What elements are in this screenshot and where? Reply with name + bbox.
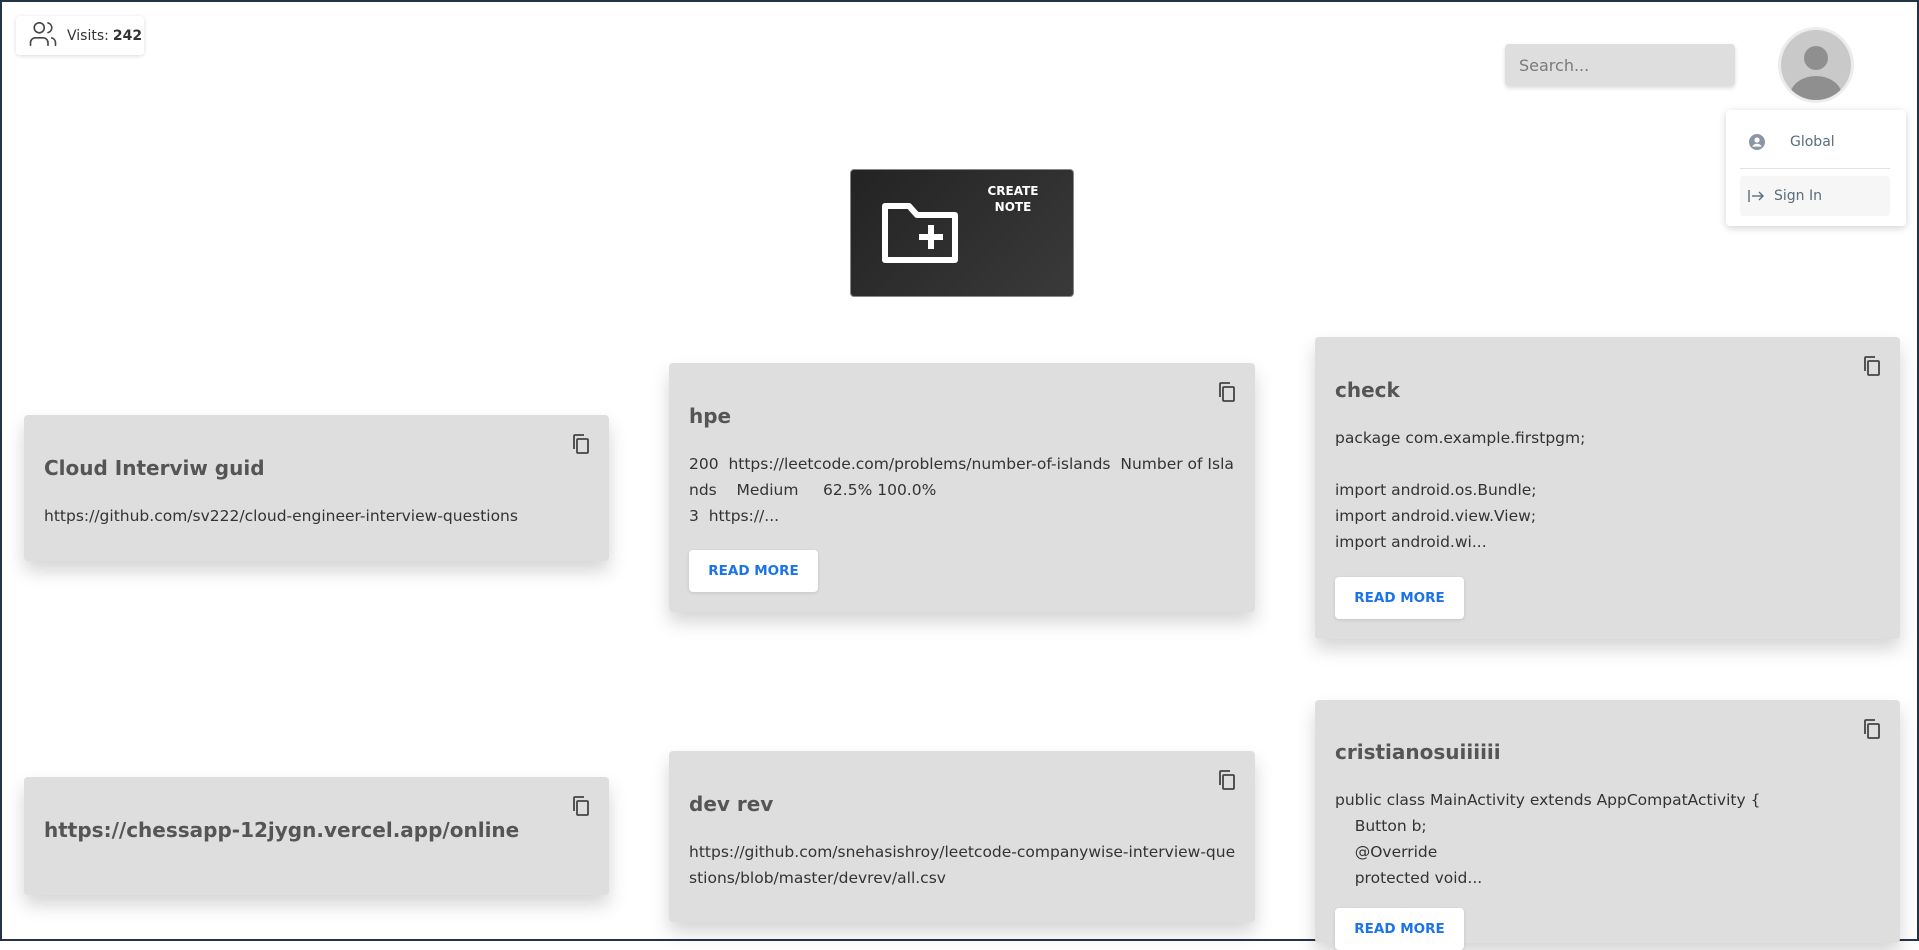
copy-icon[interactable] bbox=[571, 795, 591, 821]
note-card[interactable]: hpe 200 https://leetcode.com/problems/nu… bbox=[669, 363, 1255, 612]
note-title: Cloud Interviw guid bbox=[44, 456, 265, 480]
visits-count: 242 bbox=[112, 27, 143, 44]
note-card[interactable]: cristianosuiiiiii public class MainActiv… bbox=[1315, 700, 1900, 950]
visits-counter: Visits: 242 bbox=[16, 16, 144, 55]
note-body: public class MainActivity extends AppCom… bbox=[1335, 791, 1761, 887]
note-title: dev rev bbox=[689, 792, 774, 816]
visits-label: Visits: bbox=[67, 27, 109, 44]
menu-item-global-label: Global bbox=[1790, 134, 1835, 150]
note-title: hpe bbox=[689, 404, 732, 428]
create-note-button[interactable]: CREATE NOTE bbox=[850, 169, 1074, 297]
note-title: check bbox=[1335, 378, 1400, 402]
avatar[interactable] bbox=[1781, 30, 1851, 100]
copy-icon[interactable] bbox=[1862, 718, 1882, 744]
create-note-label: CREATE NOTE bbox=[987, 184, 1039, 214]
folder-plus-icon bbox=[881, 198, 961, 270]
users-icon bbox=[28, 19, 67, 53]
search-input[interactable] bbox=[1505, 44, 1735, 86]
menu-item-global[interactable]: Global bbox=[1740, 122, 1890, 162]
note-body: package com.example.firstpgm; import and… bbox=[1335, 429, 1586, 551]
read-more-button[interactable]: READ MORE bbox=[1335, 908, 1464, 950]
note-card[interactable]: check package com.example.firstpgm; impo… bbox=[1315, 337, 1900, 639]
note-title: https://chessapp-12jygn.vercel.app/onlin… bbox=[44, 818, 520, 842]
note-title: cristianosuiiiiii bbox=[1335, 740, 1501, 764]
read-more-button[interactable]: READ MORE bbox=[689, 550, 818, 592]
menu-divider bbox=[1740, 168, 1890, 169]
read-more-button[interactable]: READ MORE bbox=[1335, 577, 1464, 619]
sign-in-icon bbox=[1746, 189, 1768, 203]
menu-item-sign-in[interactable]: Sign In bbox=[1740, 176, 1890, 216]
note-card[interactable]: Cloud Interviw guid https://github.com/s… bbox=[24, 415, 609, 561]
copy-icon[interactable] bbox=[571, 433, 591, 459]
menu-item-sign-in-label: Sign In bbox=[1774, 188, 1822, 204]
note-body: https://github.com/snehasishroy/leetcode… bbox=[689, 843, 1236, 887]
copy-icon[interactable] bbox=[1217, 769, 1237, 795]
copy-icon[interactable] bbox=[1862, 355, 1882, 381]
note-card[interactable]: https://chessapp-12jygn.vercel.app/onlin… bbox=[24, 777, 609, 895]
note-card[interactable]: dev rev https://github.com/snehasishroy/… bbox=[669, 751, 1255, 922]
note-body: 200 https://leetcode.com/problems/number… bbox=[689, 455, 1234, 525]
copy-icon[interactable] bbox=[1217, 381, 1237, 407]
account-circle-icon bbox=[1746, 134, 1768, 150]
note-body: https://github.com/sv222/cloud-engineer-… bbox=[44, 507, 518, 525]
